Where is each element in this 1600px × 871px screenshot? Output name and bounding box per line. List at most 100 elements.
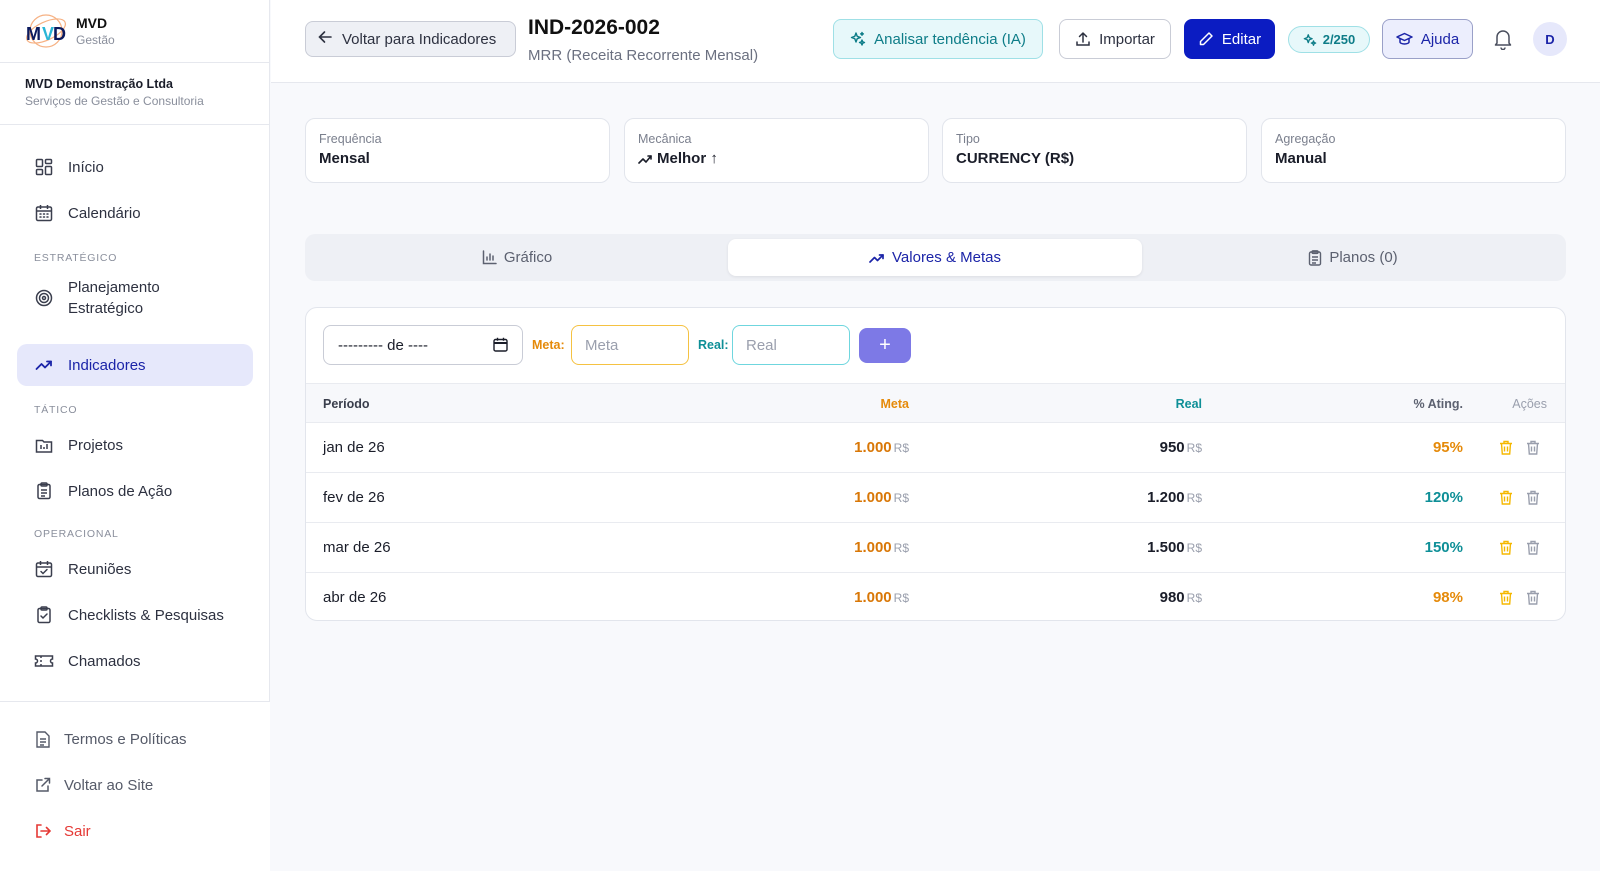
section-estrategico: ESTRATÉGICO [34,252,118,264]
page-title: IND-2026-002 [528,16,660,39]
card-label: Mecânica [638,132,692,146]
sidebar-item-inicio[interactable]: Início [17,144,253,190]
calendar-icon[interactable] [493,337,508,352]
col-acoes: Ações [1512,397,1547,411]
cell-ating: 98% [1432,589,1463,606]
currency-label: R$ [1186,591,1202,605]
analyze-trend-ai-button[interactable]: Analisar tendência (IA) [833,19,1043,59]
sair-link[interactable]: Sair [34,822,91,840]
trash-icon[interactable] [1499,540,1515,556]
cell-periodo: fev de 26 [323,489,385,506]
card-value: Melhor ↑ [657,150,718,167]
voltar-site-link[interactable]: Voltar ao Site [34,776,153,794]
col-ating: % Ating. [1413,397,1463,411]
help-button[interactable]: Ajuda [1382,19,1473,59]
sparkles-icon [1303,33,1317,47]
trash-icon[interactable] [1499,590,1515,606]
currency-label: R$ [893,591,909,605]
tab-grafico[interactable]: Gráfico [310,239,724,276]
upload-icon [1075,31,1091,47]
cell-meta: 1.000 [854,439,892,456]
brand-name: MVD [76,15,108,31]
info-card-tipo: Tipo CURRENCY (R$) [942,118,1247,183]
cell-periodo: abr de 26 [323,589,387,606]
sidebar-footer: Termos e Políticas Voltar ao Site Sair [0,701,270,871]
section-operacional: OPERACIONAL [34,528,119,540]
trash-icon[interactable] [1526,540,1542,556]
avatar[interactable]: D [1533,22,1567,56]
sidebar-item-reunioes[interactable]: Reuniões [17,546,253,592]
trash-icon[interactable] [1499,440,1515,456]
sidebar-item-checklists[interactable]: Checklists & Pesquisas [17,592,253,638]
info-card-frequencia: Frequência Mensal [305,118,610,183]
sidebar-item-calendario[interactable]: Calendário [17,190,253,236]
svg-text:D: D [53,24,66,44]
info-card-mecanica: Mecânica Melhor ↑ [624,118,929,183]
date-input-text: --------- de ---- [338,336,428,354]
real-input[interactable] [732,325,850,365]
import-button[interactable]: Importar [1059,19,1171,59]
sidebar-item-chamados[interactable]: Chamados [17,638,253,684]
period-date-input[interactable]: --------- de ---- [323,325,523,365]
calendar-icon [34,203,54,223]
sidebar-item-label: Chamados [68,652,141,670]
meta-input[interactable] [571,325,689,365]
brand[interactable]: M V D MVD Gestão [0,0,269,63]
termos-link[interactable]: Termos e Políticas [34,730,187,748]
cell-real: 980 [1159,589,1185,606]
ticket-icon [34,651,54,671]
svg-text:M: M [26,24,41,44]
cell-real: 1.200 [1147,489,1185,506]
brand-sub: Gestão [76,33,115,47]
edit-button[interactable]: Editar [1184,19,1275,59]
voltar-site-label: Voltar ao Site [64,776,154,794]
sidebar-item-projetos[interactable]: Projetos [17,422,253,468]
trash-icon[interactable] [1526,440,1542,456]
sair-label: Sair [64,822,91,840]
company-name: MVD Demonstração Ltda [25,77,173,91]
cell-real: 950 [1159,439,1185,456]
graduation-cap-icon [1396,32,1413,46]
table-row: mar de 26 1.000 R$ 1.500 R$ 150% [306,523,1565,573]
sparkles-icon [850,31,866,47]
help-label: Ajuda [1420,30,1460,48]
trash-icon[interactable] [1499,490,1515,506]
sidebar-item-indicadores[interactable]: Indicadores [17,344,253,386]
add-value-button[interactable]: + [859,328,911,363]
cell-meta: 1.000 [854,539,892,556]
sidebar-item-label: Planejamento [68,279,160,296]
external-link-icon [34,776,52,794]
trash-icon[interactable] [1526,590,1542,606]
card-label: Frequência [319,132,382,146]
back-label: Voltar para Indicadores [342,30,497,48]
card-value: CURRENCY (R$) [956,150,1075,167]
sidebar: M V D MVD Gestão MVD Demonstração Ltda S… [0,0,270,871]
currency-label: R$ [893,541,909,555]
tab-planos[interactable]: Planos (0) [1146,239,1560,276]
sidebar-item-planejamento[interactable]: Planejamento Estratégico [17,272,253,324]
page-subtitle: MRR (Receita Recorrente Mensal) [528,47,759,64]
card-value: Mensal [319,150,370,167]
tab-valores-metas[interactable]: Valores & Metas [728,239,1142,276]
sidebar-item-planos[interactable]: Planos de Ação [17,468,253,514]
sidebar-item-label: Calendário [68,204,141,222]
currency-label: R$ [1186,541,1202,555]
values-panel: --------- de ---- Meta: Real: + Período … [305,307,1566,621]
calendar-check-icon [34,559,54,579]
tab-bar: Gráfico Valores & Metas Planos (0) [305,234,1566,281]
card-label: Agregação [1275,132,1336,146]
cell-ating: 120% [1424,489,1463,506]
real-field-label: Real: [698,338,729,352]
sidebar-item-label: Indicadores [68,356,146,374]
bell-icon[interactable] [1493,28,1515,51]
cell-periodo: jan de 26 [323,439,385,456]
currency-label: R$ [1186,491,1202,505]
clipboard-icon [34,481,54,501]
trash-icon[interactable] [1526,490,1542,506]
tab-label: Valores & Metas [892,249,1001,266]
card-value: Manual [1275,150,1327,167]
back-to-indicators-button[interactable]: Voltar para Indicadores [305,21,516,57]
add-value-form: --------- de ---- Meta: Real: + [306,308,1565,383]
tab-label: Gráfico [503,249,553,266]
card-label: Tipo [956,132,980,146]
